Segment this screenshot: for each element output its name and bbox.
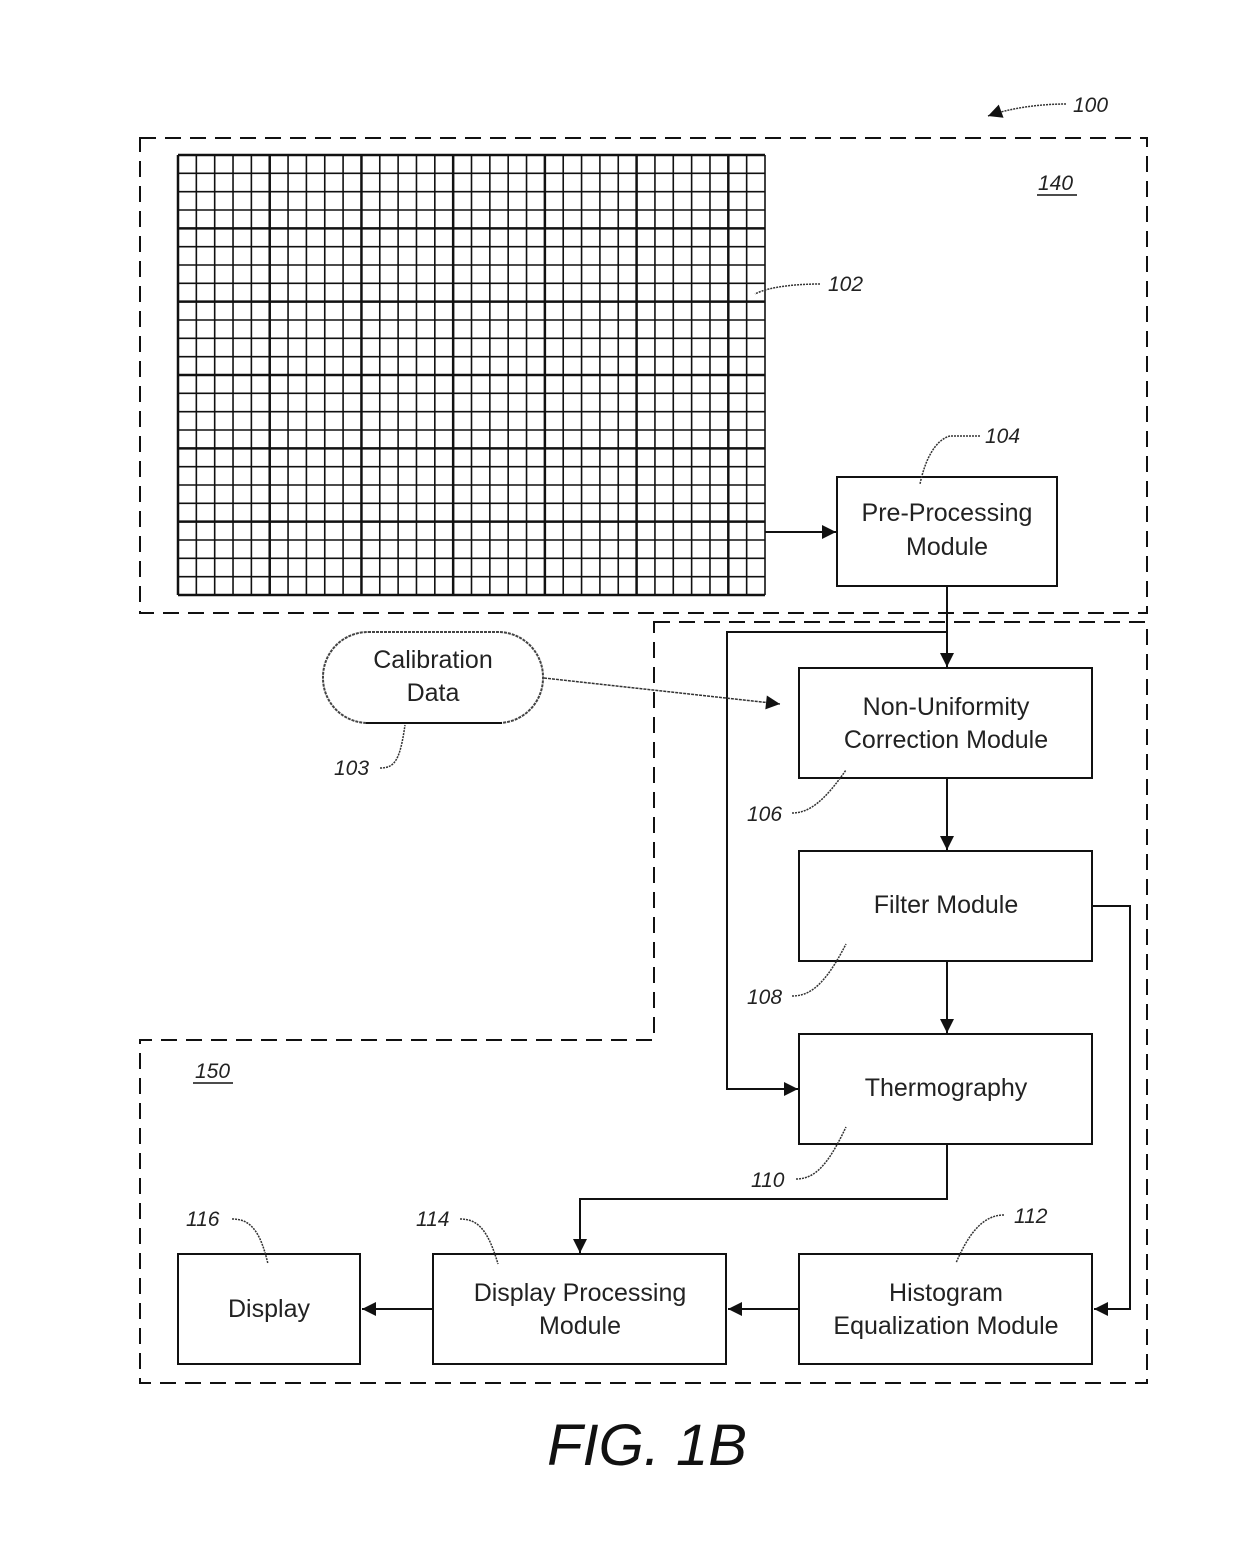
histogram-ref: 112 xyxy=(1014,1205,1048,1228)
filter-label: Filter Module xyxy=(874,891,1019,919)
calibration-label-1: Calibration xyxy=(373,646,493,674)
display-module: Display xyxy=(177,1253,361,1365)
pre-processing-label-2: Module xyxy=(906,533,988,561)
region-140-label: 140 xyxy=(1038,172,1073,195)
pre-processing-module: Pre-Processing Module xyxy=(836,476,1058,587)
display-processing-label-1: Display Processing xyxy=(474,1279,687,1307)
region-150-label: 150 xyxy=(195,1060,230,1083)
display-processing-label-2: Module xyxy=(539,1312,621,1340)
arrow-thermography-to-display-processing xyxy=(573,1144,948,1253)
histogram-label-2: Equalization Module xyxy=(833,1312,1058,1340)
block-diagram: 140 150 100 102 Pre-Processing Module 10… xyxy=(139,94,1148,1478)
calibration-data-node: Calibration Data xyxy=(322,631,544,724)
arrow-filter-to-histogram xyxy=(1092,905,1131,1316)
sensor-array-ref: 102 xyxy=(828,273,863,296)
calibration-leader xyxy=(379,724,406,769)
figure-caption: FIG. 1B xyxy=(547,1413,747,1478)
nuc-label-2: Correction Module xyxy=(844,726,1048,754)
filter-module: Filter Module xyxy=(798,850,1093,962)
calibration-label-2: Data xyxy=(407,679,460,707)
nuc-ref: 106 xyxy=(747,803,782,826)
non-uniformity-correction-module: Non-Uniformity Correction Module xyxy=(798,667,1093,779)
histogram-label-1: Histogram xyxy=(889,1279,1003,1307)
filter-ref: 108 xyxy=(747,986,782,1009)
pre-processing-label-1: Pre-Processing xyxy=(862,499,1033,527)
histogram-equalization-module: Histogram Equalization Module xyxy=(798,1253,1093,1365)
display-processing-ref: 114 xyxy=(416,1208,449,1231)
display-processing-module: Display Processing Module xyxy=(432,1253,727,1365)
display-label: Display xyxy=(228,1295,310,1323)
calibration-ref: 103 xyxy=(334,757,369,780)
system-ref-leader xyxy=(987,103,1067,118)
thermography-ref: 110 xyxy=(751,1169,785,1192)
nuc-label-1: Non-Uniformity xyxy=(863,693,1030,721)
display-ref: 116 xyxy=(186,1208,220,1231)
arrow-calibration-to-nuc xyxy=(543,677,781,710)
thermography-module: Thermography xyxy=(798,1033,1093,1145)
thermography-label: Thermography xyxy=(865,1074,1028,1102)
system-ref-label: 100 xyxy=(1073,94,1108,117)
sensor-array-grid xyxy=(176,153,766,597)
pre-processing-ref: 104 xyxy=(985,425,1020,448)
